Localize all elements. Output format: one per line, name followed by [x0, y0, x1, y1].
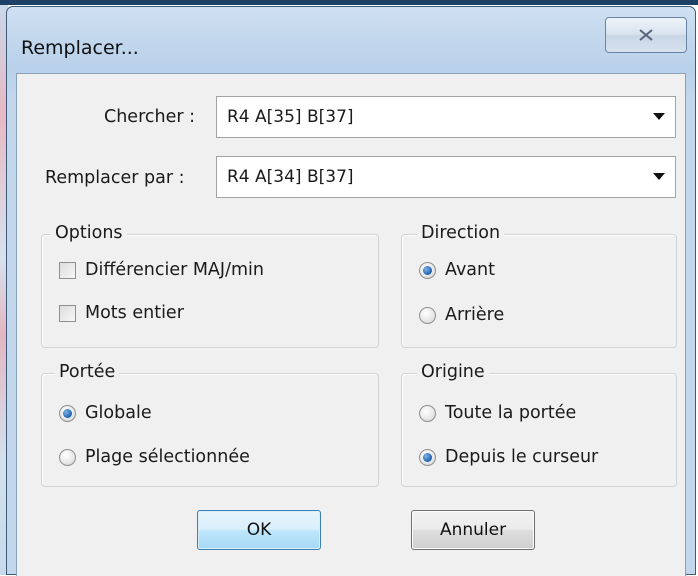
ok-button[interactable]: OK [197, 510, 321, 550]
from-cursor-label: Depuis le curseur [445, 447, 599, 467]
close-button[interactable] [605, 17, 687, 53]
direction-group [401, 234, 677, 348]
replace-combobox[interactable]: R4 A[34] B[37] [216, 156, 676, 198]
direction-legend: Direction [417, 223, 505, 243]
chevron-down-icon[interactable] [653, 113, 665, 120]
scope-global[interactable]: Globale [59, 403, 152, 423]
close-icon [639, 29, 653, 41]
scope-selection[interactable]: Plage sélectionnée [59, 447, 250, 467]
origin-from-cursor[interactable]: Depuis le curseur [419, 447, 598, 467]
direction-backward[interactable]: Arrière [419, 305, 504, 325]
selection-radio[interactable] [59, 448, 76, 466]
cancel-button[interactable]: Annuler [411, 510, 535, 550]
search-label: Chercher : [104, 107, 196, 127]
forward-label: Avant [445, 260, 495, 280]
entire-scope-label: Toute la portée [445, 403, 577, 423]
dialog-title: Remplacer... [21, 37, 139, 59]
replace-dialog: Remplacer... Chercher : R4 A[35] B[37] R… [6, 6, 696, 576]
whole-words-label: Mots entier [85, 303, 184, 323]
selection-label: Plage sélectionnée [85, 447, 250, 467]
scope-legend: Portée [55, 362, 120, 382]
entire-scope-radio[interactable] [419, 404, 436, 422]
case-sensitive-checkbox[interactable] [59, 261, 76, 279]
whole-words-checkbox[interactable] [59, 304, 76, 322]
scope-group [41, 373, 379, 487]
replace-label: Remplacer par : [45, 168, 185, 188]
options-legend: Options [51, 223, 127, 243]
origin-legend: Origine [417, 362, 489, 382]
origin-entire-scope[interactable]: Toute la portée [419, 403, 576, 423]
options-group [41, 234, 379, 348]
backward-radio[interactable] [419, 306, 436, 324]
option-case-sensitive[interactable]: Différencier MAJ/min [59, 260, 264, 280]
backward-label: Arrière [445, 305, 505, 325]
option-whole-words[interactable]: Mots entier [59, 303, 184, 323]
title-bar[interactable]: Remplacer... [7, 7, 695, 73]
case-sensitive-label: Différencier MAJ/min [85, 260, 264, 280]
background-app-top [0, 0, 698, 5]
search-combobox[interactable]: R4 A[35] B[37] [216, 96, 676, 138]
replace-value: R4 A[34] B[37] [227, 167, 354, 187]
global-radio[interactable] [59, 404, 76, 422]
global-label: Globale [85, 403, 152, 423]
search-value: R4 A[35] B[37] [227, 107, 354, 127]
direction-forward[interactable]: Avant [419, 260, 495, 280]
dialog-body: Chercher : R4 A[35] B[37] Remplacer par … [16, 73, 686, 576]
chevron-down-icon[interactable] [653, 173, 665, 180]
from-cursor-radio[interactable] [419, 448, 436, 466]
forward-radio[interactable] [419, 261, 436, 279]
origin-group [401, 373, 677, 487]
